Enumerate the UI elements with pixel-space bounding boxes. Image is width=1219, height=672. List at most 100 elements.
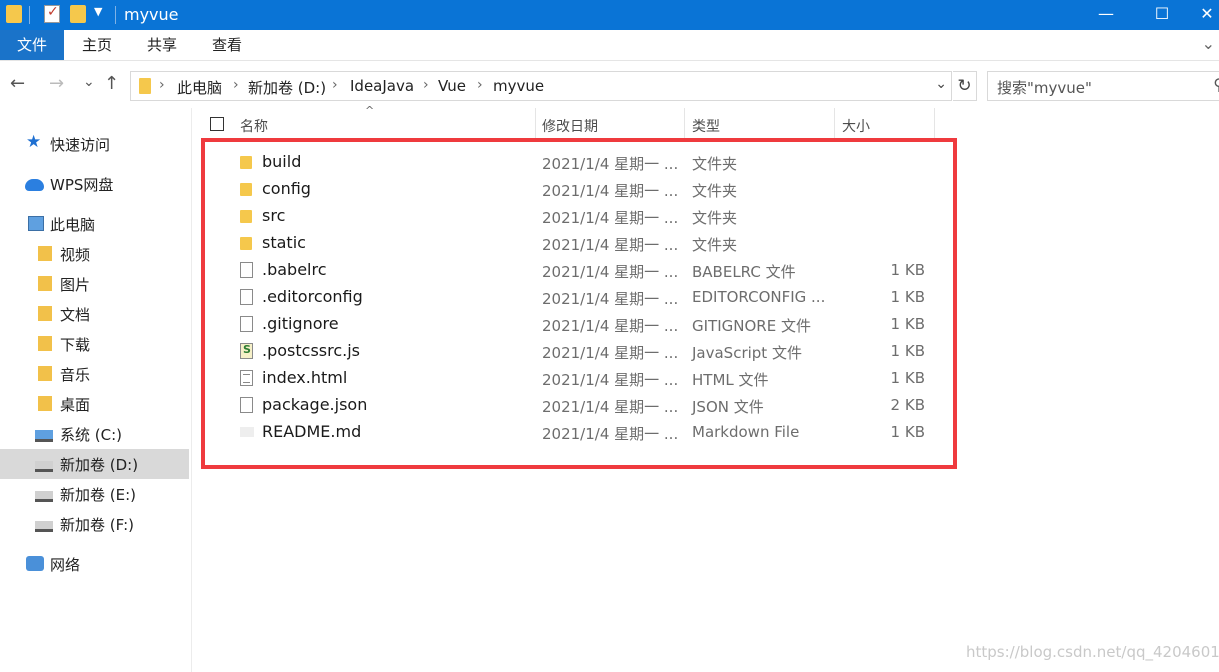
file-icon bbox=[240, 316, 253, 332]
tab-file[interactable]: 文件 bbox=[0, 30, 64, 60]
column-divider[interactable] bbox=[934, 108, 935, 140]
file-row[interactable]: static 2021/1/4 星期一 ... 文件夹 bbox=[193, 230, 953, 257]
downloads-library-icon bbox=[38, 336, 52, 351]
sidebar-item-this-pc[interactable]: 此电脑 bbox=[0, 209, 189, 239]
file-size: 2 KB bbox=[890, 396, 925, 414]
column-header-row: ^ 名称 修改日期 类型 大小 bbox=[193, 104, 1219, 140]
folder-icon bbox=[240, 237, 252, 250]
breadcrumb-ideajava[interactable]: IdeaJava bbox=[350, 77, 414, 95]
sidebar-item-drive-d[interactable]: 新加卷 (D:) bbox=[0, 449, 189, 479]
file-size: 1 KB bbox=[890, 423, 925, 441]
file-row[interactable]: build 2021/1/4 星期一 ... 文件夹 bbox=[193, 149, 953, 176]
sidebar-item-downloads[interactable]: 下载 bbox=[0, 329, 189, 359]
file-name: .gitignore bbox=[262, 314, 339, 333]
pictures-library-icon bbox=[38, 276, 52, 291]
column-divider[interactable] bbox=[684, 108, 685, 140]
file-type: JavaScript 文件 bbox=[692, 344, 802, 362]
column-divider[interactable] bbox=[535, 108, 536, 140]
folder-icon bbox=[240, 183, 252, 196]
breadcrumb-this-pc[interactable]: 此电脑 bbox=[177, 77, 222, 98]
file-name: package.json bbox=[262, 395, 368, 414]
address-dropdown-icon[interactable]: ⌄ bbox=[935, 76, 947, 92]
documents-library-icon bbox=[38, 306, 52, 321]
folder-icon[interactable] bbox=[6, 5, 22, 23]
sidebar-item-videos[interactable]: 视频 bbox=[0, 239, 189, 269]
file-list: ^ 名称 修改日期 类型 大小 build 2021/1/4 星期一 ... 文… bbox=[193, 104, 1219, 672]
file-size: 1 KB bbox=[890, 369, 925, 387]
system-drive-icon bbox=[35, 430, 53, 442]
forward-button[interactable]: → bbox=[49, 73, 64, 94]
file-name: .postcssrc.js bbox=[262, 341, 360, 360]
sidebar-item-network[interactable]: 网络 bbox=[0, 549, 189, 579]
title-divider bbox=[115, 6, 116, 24]
file-row[interactable]: .editorconfig 2021/1/4 星期一 ... EDITORCON… bbox=[193, 284, 953, 311]
close-button[interactable]: ✕ bbox=[1195, 0, 1219, 30]
select-all-checkbox[interactable] bbox=[210, 117, 224, 131]
breadcrumb-drive-d[interactable]: 新加卷 (D:) bbox=[248, 77, 326, 98]
sidebar-item-pictures[interactable]: 图片 bbox=[0, 269, 189, 299]
sidebar-item-drive-f[interactable]: 新加卷 (F:) bbox=[0, 509, 189, 539]
file-date: 2021/1/4 星期一 ... bbox=[542, 155, 679, 173]
refresh-button[interactable]: ↻ bbox=[953, 71, 977, 101]
crumb-separator: › bbox=[233, 77, 239, 93]
breadcrumb-vue[interactable]: Vue bbox=[438, 77, 466, 95]
file-row[interactable]: src 2021/1/4 星期一 ... 文件夹 bbox=[193, 203, 953, 230]
title-bar: ▼ myvue — ☐ ✕ bbox=[0, 0, 1219, 30]
maximize-button[interactable]: ☐ bbox=[1139, 0, 1185, 30]
file-name: README.md bbox=[262, 422, 362, 441]
file-date: 2021/1/4 星期一 ... bbox=[542, 209, 679, 227]
address-bar[interactable]: › 此电脑 › 新加卷 (D:) › IdeaJava › Vue › myvu… bbox=[130, 71, 952, 101]
search-icon[interactable]: ⚲ bbox=[1213, 75, 1219, 94]
properties-icon[interactable] bbox=[44, 4, 60, 23]
file-icon bbox=[240, 262, 253, 278]
column-divider[interactable] bbox=[834, 108, 835, 140]
recent-locations-button[interactable]: ⌄ bbox=[83, 74, 95, 90]
tab-home[interactable]: 主页 bbox=[68, 30, 126, 60]
file-row[interactable]: .babelrc 2021/1/4 星期一 ... BABELRC 文件 1 K… bbox=[193, 257, 953, 284]
file-row[interactable]: .gitignore 2021/1/4 星期一 ... GITIGNORE 文件… bbox=[193, 311, 953, 338]
up-button[interactable]: ↑ bbox=[104, 73, 119, 94]
file-name: static bbox=[262, 233, 306, 252]
file-row[interactable]: .postcssrc.js 2021/1/4 星期一 ... JavaScrip… bbox=[193, 338, 953, 365]
column-header-date[interactable]: 修改日期 bbox=[542, 116, 598, 136]
sidebar-item-label: 快速访问 bbox=[50, 136, 111, 154]
search-box[interactable]: 搜索"myvue" ⚲ bbox=[987, 71, 1219, 101]
search-input[interactable]: 搜索"myvue" bbox=[997, 77, 1092, 98]
breadcrumb-myvue[interactable]: myvue bbox=[493, 77, 544, 95]
sidebar-item-label: 下载 bbox=[60, 336, 91, 354]
minimize-button[interactable]: — bbox=[1083, 0, 1129, 30]
sidebar-item-label: 视频 bbox=[60, 246, 91, 264]
tab-view[interactable]: 查看 bbox=[198, 30, 256, 60]
file-date: 2021/1/4 星期一 ... bbox=[542, 317, 679, 335]
customize-quick-access-icon[interactable]: ▼ bbox=[94, 5, 102, 18]
back-button[interactable]: ← bbox=[10, 73, 25, 94]
sidebar-item-documents[interactable]: 文档 bbox=[0, 299, 189, 329]
video-library-icon bbox=[38, 246, 52, 261]
column-header-name[interactable]: 名称 bbox=[240, 116, 268, 136]
file-type: BABELRC 文件 bbox=[692, 263, 796, 281]
tab-share[interactable]: 共享 bbox=[133, 30, 191, 60]
sidebar-item-music[interactable]: 音乐 bbox=[0, 359, 189, 389]
expand-ribbon-icon[interactable]: ⌄ bbox=[1202, 34, 1215, 53]
file-row[interactable]: config 2021/1/4 星期一 ... 文件夹 bbox=[193, 176, 953, 203]
file-type: EDITORCONFIG ... bbox=[692, 288, 826, 306]
column-header-type[interactable]: 类型 bbox=[692, 116, 720, 136]
file-row[interactable]: package.json 2021/1/4 星期一 ... JSON 文件 2 … bbox=[193, 392, 953, 419]
new-folder-icon[interactable] bbox=[70, 5, 86, 23]
sidebar-item-label: 图片 bbox=[60, 276, 91, 294]
network-icon bbox=[26, 556, 44, 571]
sidebar-item-desktop[interactable]: 桌面 bbox=[0, 389, 189, 419]
file-type: Markdown File bbox=[692, 423, 800, 441]
file-row[interactable]: index.html 2021/1/4 星期一 ... HTML 文件 1 KB bbox=[193, 365, 953, 392]
sidebar-item-drive-e[interactable]: 新加卷 (E:) bbox=[0, 479, 189, 509]
sidebar-item-label: WPS网盘 bbox=[50, 176, 114, 194]
sidebar-item-quick-access[interactable]: ★ 快速访问 bbox=[0, 129, 189, 159]
file-row[interactable]: README.md 2021/1/4 星期一 ... Markdown File… bbox=[193, 419, 953, 446]
folder-icon bbox=[139, 78, 151, 94]
column-header-size[interactable]: 大小 bbox=[842, 116, 870, 136]
file-name: build bbox=[262, 152, 302, 171]
cloud-icon bbox=[25, 179, 44, 191]
sidebar-item-drive-c[interactable]: 系统 (C:) bbox=[0, 419, 189, 449]
file-type: 文件夹 bbox=[692, 182, 738, 200]
sidebar-item-wps-cloud[interactable]: WPS网盘 bbox=[0, 169, 189, 199]
